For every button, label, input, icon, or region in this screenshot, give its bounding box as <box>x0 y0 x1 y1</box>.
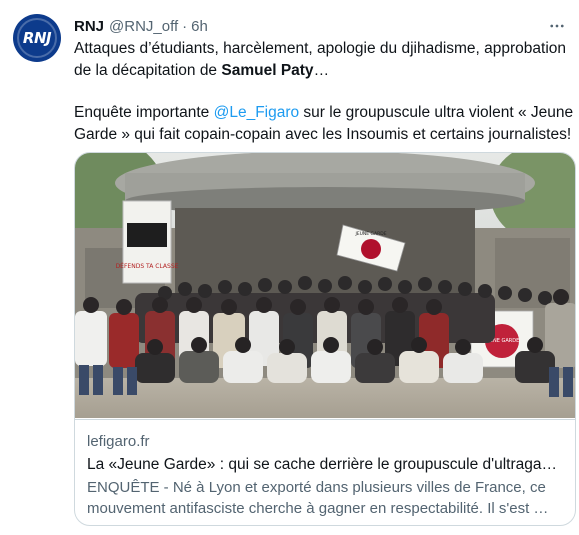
card-image[interactable]: DÉFENDS TA CLASSE JEUNE GARDE JEUNE GARD… <box>75 153 575 418</box>
group-photo: DÉFENDS TA CLASSE JEUNE GARDE JEUNE GARD… <box>75 153 575 418</box>
flag-right-text: JEUNE GARDE <box>354 231 386 237</box>
author-handle[interactable]: @RNJ_off <box>109 18 178 35</box>
card-meta[interactable]: lefigaro.fr La «Jeune Garde» : qui se ca… <box>75 419 575 525</box>
avatar-logo: RNJ <box>22 29 52 47</box>
separator-dot: · <box>182 17 188 35</box>
author-name[interactable]: RNJ <box>74 18 104 35</box>
more-horizontal-icon[interactable] <box>545 14 569 38</box>
card-domain: lefigaro.fr <box>87 433 150 450</box>
card-title: La «Jeune Garde» : qui se cache derrière… <box>87 456 565 473</box>
link-card[interactable]: DÉFENDS TA CLASSE JEUNE GARDE JEUNE GARD… <box>74 152 576 526</box>
tweet[interactable]: RNJ RNJ @RNJ_off · 6h Attaques d’étudian… <box>0 0 579 535</box>
more-horizontal-icon-glyph <box>550 24 564 28</box>
tweet-header: RNJ @RNJ_off · 6h <box>74 16 208 36</box>
timestamp[interactable]: 6h <box>191 18 208 35</box>
tweet-text: Attaques d’étudiants, harcèlement, apolo… <box>74 38 574 145</box>
tweet-paragraph-2: Enquête importante @Le_Figaro sur le gro… <box>74 102 574 145</box>
banner-left-text: DÉFENDS TA CLASSE <box>116 262 179 270</box>
text-segment: Enquête importante <box>74 104 214 121</box>
tweet-paragraph-1: Attaques d’étudiants, harcèlement, apolo… <box>74 38 574 81</box>
mention-link[interactable]: @Le_Figaro <box>214 104 300 121</box>
text-segment: … <box>313 61 330 79</box>
card-description: ENQUÊTE - Né à Lyon et exporté dans plus… <box>87 479 549 517</box>
bold-name: Samuel Paty <box>221 61 314 79</box>
avatar[interactable]: RNJ <box>13 14 61 62</box>
